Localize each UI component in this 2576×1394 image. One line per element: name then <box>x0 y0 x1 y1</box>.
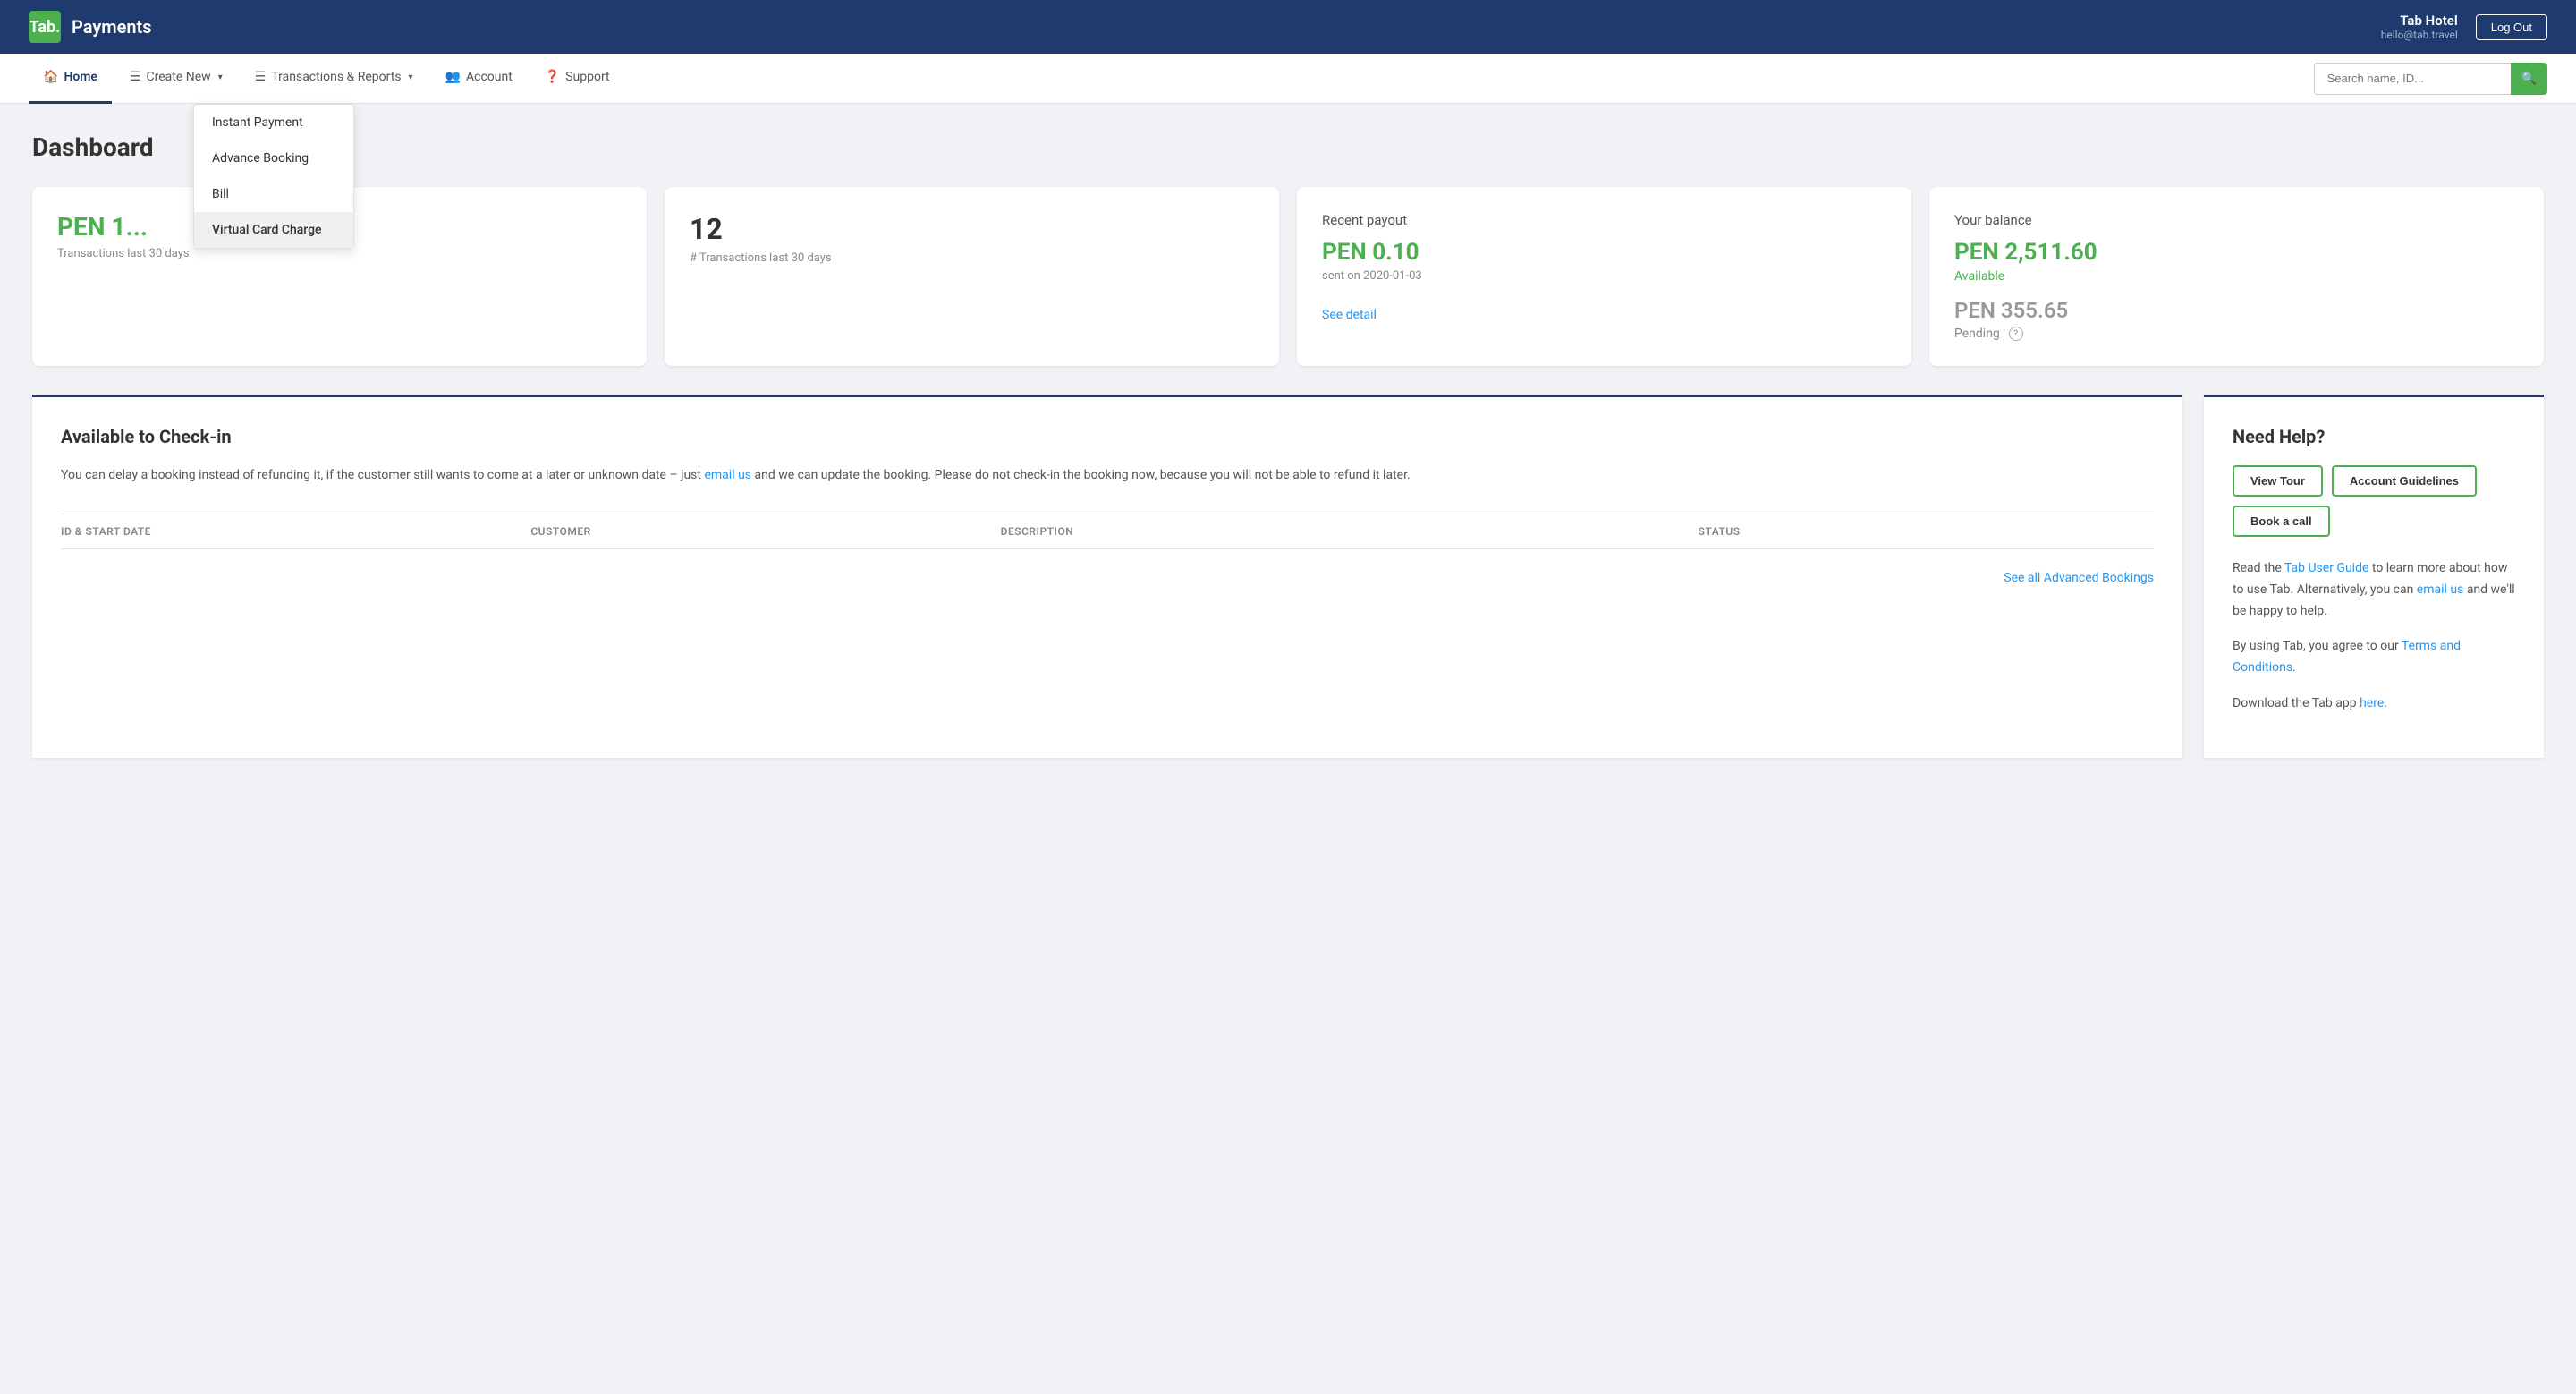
card-transaction-count: 12 # Transactions last 30 days <box>665 187 1279 366</box>
nav-label-home: Home <box>64 70 97 84</box>
card-sub-count: # Transactions last 30 days <box>690 251 1254 265</box>
hotel-info: Tab Hotel hello@tab.travel <box>2381 13 2458 41</box>
nav-label-create-new: Create New <box>147 70 211 84</box>
card-recent-payout: Recent payout PEN 0.10 sent on 2020-01-0… <box>1297 187 1911 366</box>
card-value-count: 12 <box>690 212 1254 246</box>
nav-item-account[interactable]: 👥 Account <box>431 54 527 104</box>
header-right: Tab Hotel hello@tab.travel Log Out <box>2381 13 2547 41</box>
hotel-email: hello@tab.travel <box>2381 29 2458 41</box>
help-buttons: View Tour Account Guidelines Book a call <box>2233 465 2515 537</box>
nav-item-transactions[interactable]: ☰ Transactions & Reports ▾ <box>241 54 428 104</box>
help-text-guide: Read the Tab User Guide to learn more ab… <box>2233 558 2515 622</box>
payout-see-detail-link[interactable]: See detail <box>1322 308 1886 322</box>
balance-title: Your balance <box>1954 212 2519 228</box>
page-title: Dashboard <box>32 132 2544 162</box>
dropdown-item-instant-payment[interactable]: Instant Payment <box>194 105 353 140</box>
balance-available-label: Available <box>1954 269 2519 284</box>
card-your-balance: Your balance PEN 2,511.60 Available PEN … <box>1929 187 2544 366</box>
logout-button[interactable]: Log Out <box>2476 14 2547 40</box>
terms-conditions-link[interactable]: Terms and Conditions <box>2233 639 2461 675</box>
chevron-down-icon: ▾ <box>218 72 223 82</box>
menu-icon-transactions: ☰ <box>255 70 267 84</box>
account-icon: 👥 <box>445 70 461 84</box>
dropdown-item-bill[interactable]: Bill <box>194 176 353 212</box>
search-input[interactable] <box>2314 63 2511 95</box>
checkin-description: You can delay a booking instead of refun… <box>61 465 2154 485</box>
checkin-email-link[interactable]: email us <box>704 468 751 482</box>
pending-info-icon[interactable]: ? <box>2009 327 2023 341</box>
app-download-link[interactable]: here <box>2360 696 2384 710</box>
checkin-title: Available to Check-in <box>61 426 2154 447</box>
home-icon: 🏠 <box>43 70 58 84</box>
dropdown-item-virtual-card-charge[interactable]: Virtual Card Charge <box>194 212 353 248</box>
col-header-id: ID & START DATE <box>61 525 516 538</box>
cards-row: PEN 1... Transactions last 30 days 12 # … <box>32 187 2544 366</box>
dropdown-item-advance-booking[interactable]: Advance Booking <box>194 140 353 176</box>
payout-title: Recent payout <box>1322 212 1886 228</box>
chevron-down-icon-2: ▾ <box>409 72 413 82</box>
nav-bar: 🏠 Home ☰ Create New ▾ ☰ Transactions & R… <box>0 54 2576 104</box>
col-header-customer: CUSTOMER <box>530 525 986 538</box>
bottom-row: Available to Check-in You can delay a bo… <box>32 395 2544 758</box>
col-header-description: DESCRIPTION <box>1001 525 1684 538</box>
menu-icon-create: ☰ <box>130 70 141 84</box>
app-logo: Tab. <box>29 11 61 43</box>
view-tour-button[interactable]: View Tour <box>2233 465 2323 497</box>
help-title: Need Help? <box>2233 426 2515 447</box>
app-title: Payments <box>72 16 152 38</box>
help-email-link[interactable]: email us <box>2417 582 2464 597</box>
balance-pending-value: PEN 355.65 <box>1954 298 2519 323</box>
card-sub-transactions: Transactions last 30 days <box>57 247 622 260</box>
payout-value: PEN 0.10 <box>1322 239 1886 266</box>
account-guidelines-button[interactable]: Account Guidelines <box>2332 465 2477 497</box>
checkin-card: Available to Check-in You can delay a bo… <box>32 395 2182 758</box>
balance-pending-label: Pending ? <box>1954 327 2519 341</box>
help-text-terms: By using Tab, you agree to our Terms and… <box>2233 636 2515 679</box>
hotel-name: Tab Hotel <box>2381 13 2458 29</box>
nav-item-support[interactable]: ❓ Support <box>530 54 624 104</box>
payout-sub: sent on 2020-01-03 <box>1322 269 1886 283</box>
nav-item-create-new[interactable]: ☰ Create New ▾ <box>115 54 237 104</box>
table-header: ID & START DATE CUSTOMER DESCRIPTION STA… <box>61 514 2154 549</box>
logo-area: Tab. Payments <box>29 11 152 43</box>
help-card: Need Help? View Tour Account Guidelines … <box>2204 395 2544 758</box>
col-header-status: STATUS <box>1699 525 2154 538</box>
book-call-button[interactable]: Book a call <box>2233 506 2330 537</box>
tab-user-guide-link[interactable]: Tab User Guide <box>2284 561 2368 575</box>
balance-available-value: PEN 2,511.60 <box>1954 239 2519 266</box>
search-button[interactable]: 🔍 <box>2511 63 2547 95</box>
nav-label-account: Account <box>466 70 513 84</box>
help-text-app: Download the Tab app here. <box>2233 693 2515 715</box>
create-new-dropdown: Instant Payment Advance Booking Bill Vir… <box>193 104 354 249</box>
see-all-bookings-link[interactable]: See all Advanced Bookings <box>61 571 2154 585</box>
nav-label-support: Support <box>565 70 609 84</box>
search-area: 🔍 <box>2314 63 2547 95</box>
nav-item-home[interactable]: 🏠 Home <box>29 54 112 104</box>
main-content: Dashboard PEN 1... Transactions last 30 … <box>0 104 2576 786</box>
nav-items: 🏠 Home ☰ Create New ▾ ☰ Transactions & R… <box>29 54 2314 104</box>
top-header: Tab. Payments Tab Hotel hello@tab.travel… <box>0 0 2576 54</box>
nav-label-transactions: Transactions & Reports <box>271 70 401 84</box>
support-icon: ❓ <box>545 70 560 84</box>
